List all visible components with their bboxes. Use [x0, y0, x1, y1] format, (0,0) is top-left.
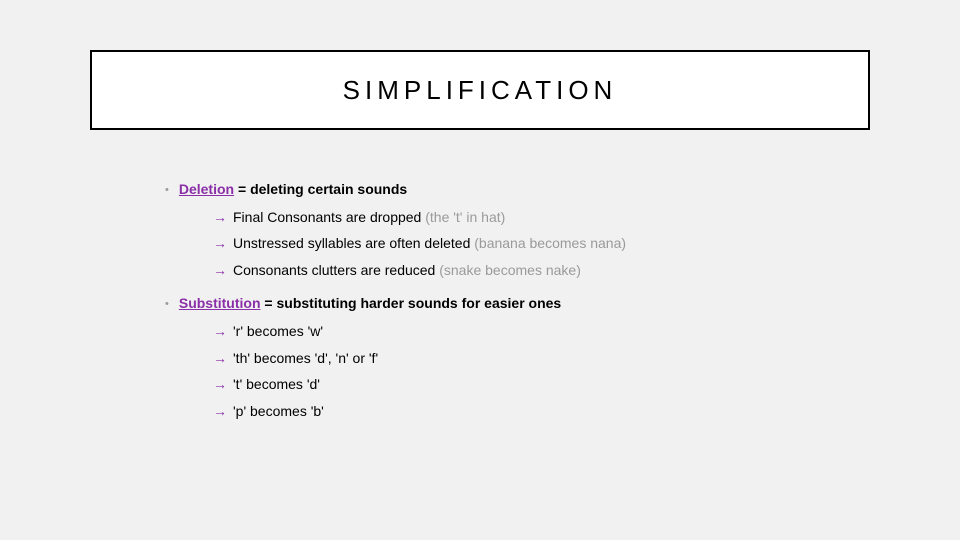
sub-item: → 'p' becomes 'b' [213, 402, 855, 422]
content: • Deletion = deleting certain sounds → F… [165, 180, 855, 435]
bullet-term: Substitution [179, 295, 261, 311]
sub-text: 't' becomes 'd' [233, 375, 320, 395]
slide: SIMPLIFICATION • Deletion = deleting cer… [0, 0, 960, 540]
arrow-icon: → [213, 402, 227, 422]
bullet-term: Deletion [179, 181, 234, 197]
sub-main: Final Consonants are dropped [233, 209, 425, 225]
sub-item: → 'r' becomes 'w' [213, 322, 855, 342]
sub-main: Unstressed syllables are often deleted [233, 235, 474, 251]
sub-text: Consonants clutters are reduced (snake b… [233, 261, 581, 281]
arrow-icon: → [213, 375, 227, 395]
sub-text: 'p' becomes 'b' [233, 402, 324, 422]
bullet-connector: = [234, 181, 250, 197]
sub-item: → Consonants clutters are reduced (snake… [213, 261, 855, 281]
bullet-dot-icon: • [165, 297, 169, 312]
bullet-item: • Deletion = deleting certain sounds [165, 180, 855, 200]
bullet-connector: = [261, 295, 277, 311]
arrow-icon: → [213, 261, 227, 281]
sub-muted: (banana becomes nana) [474, 235, 626, 251]
bullet-dot-icon: • [165, 183, 169, 198]
sub-text: 'th' becomes 'd', 'n' or 'f' [233, 349, 378, 369]
sub-text: Unstressed syllables are often deleted (… [233, 234, 626, 254]
arrow-icon: → [213, 208, 227, 228]
bullet-definition: deleting certain sounds [250, 181, 407, 197]
sub-item: → 't' becomes 'd' [213, 375, 855, 395]
sub-muted: (the 't' in hat) [425, 209, 505, 225]
sub-list: → Final Consonants are dropped (the 't' … [213, 208, 855, 281]
bullet-text: Substitution = substituting harder sound… [179, 294, 561, 314]
arrow-icon: → [213, 349, 227, 369]
slide-title: SIMPLIFICATION [343, 75, 618, 106]
title-box: SIMPLIFICATION [90, 50, 870, 130]
sub-text: Final Consonants are dropped (the 't' in… [233, 208, 505, 228]
sub-main: Consonants clutters are reduced [233, 262, 439, 278]
bullet-item: • Substitution = substituting harder sou… [165, 294, 855, 314]
bullet-text: Deletion = deleting certain sounds [179, 180, 407, 200]
sub-muted: (snake becomes nake) [439, 262, 581, 278]
arrow-icon: → [213, 322, 227, 342]
sub-item: → Unstressed syllables are often deleted… [213, 234, 855, 254]
sub-text: 'r' becomes 'w' [233, 322, 323, 342]
sub-item: → Final Consonants are dropped (the 't' … [213, 208, 855, 228]
sub-item: → 'th' becomes 'd', 'n' or 'f' [213, 349, 855, 369]
arrow-icon: → [213, 234, 227, 254]
bullet-definition: substituting harder sounds for easier on… [276, 295, 561, 311]
sub-list: → 'r' becomes 'w' → 'th' becomes 'd', 'n… [213, 322, 855, 421]
